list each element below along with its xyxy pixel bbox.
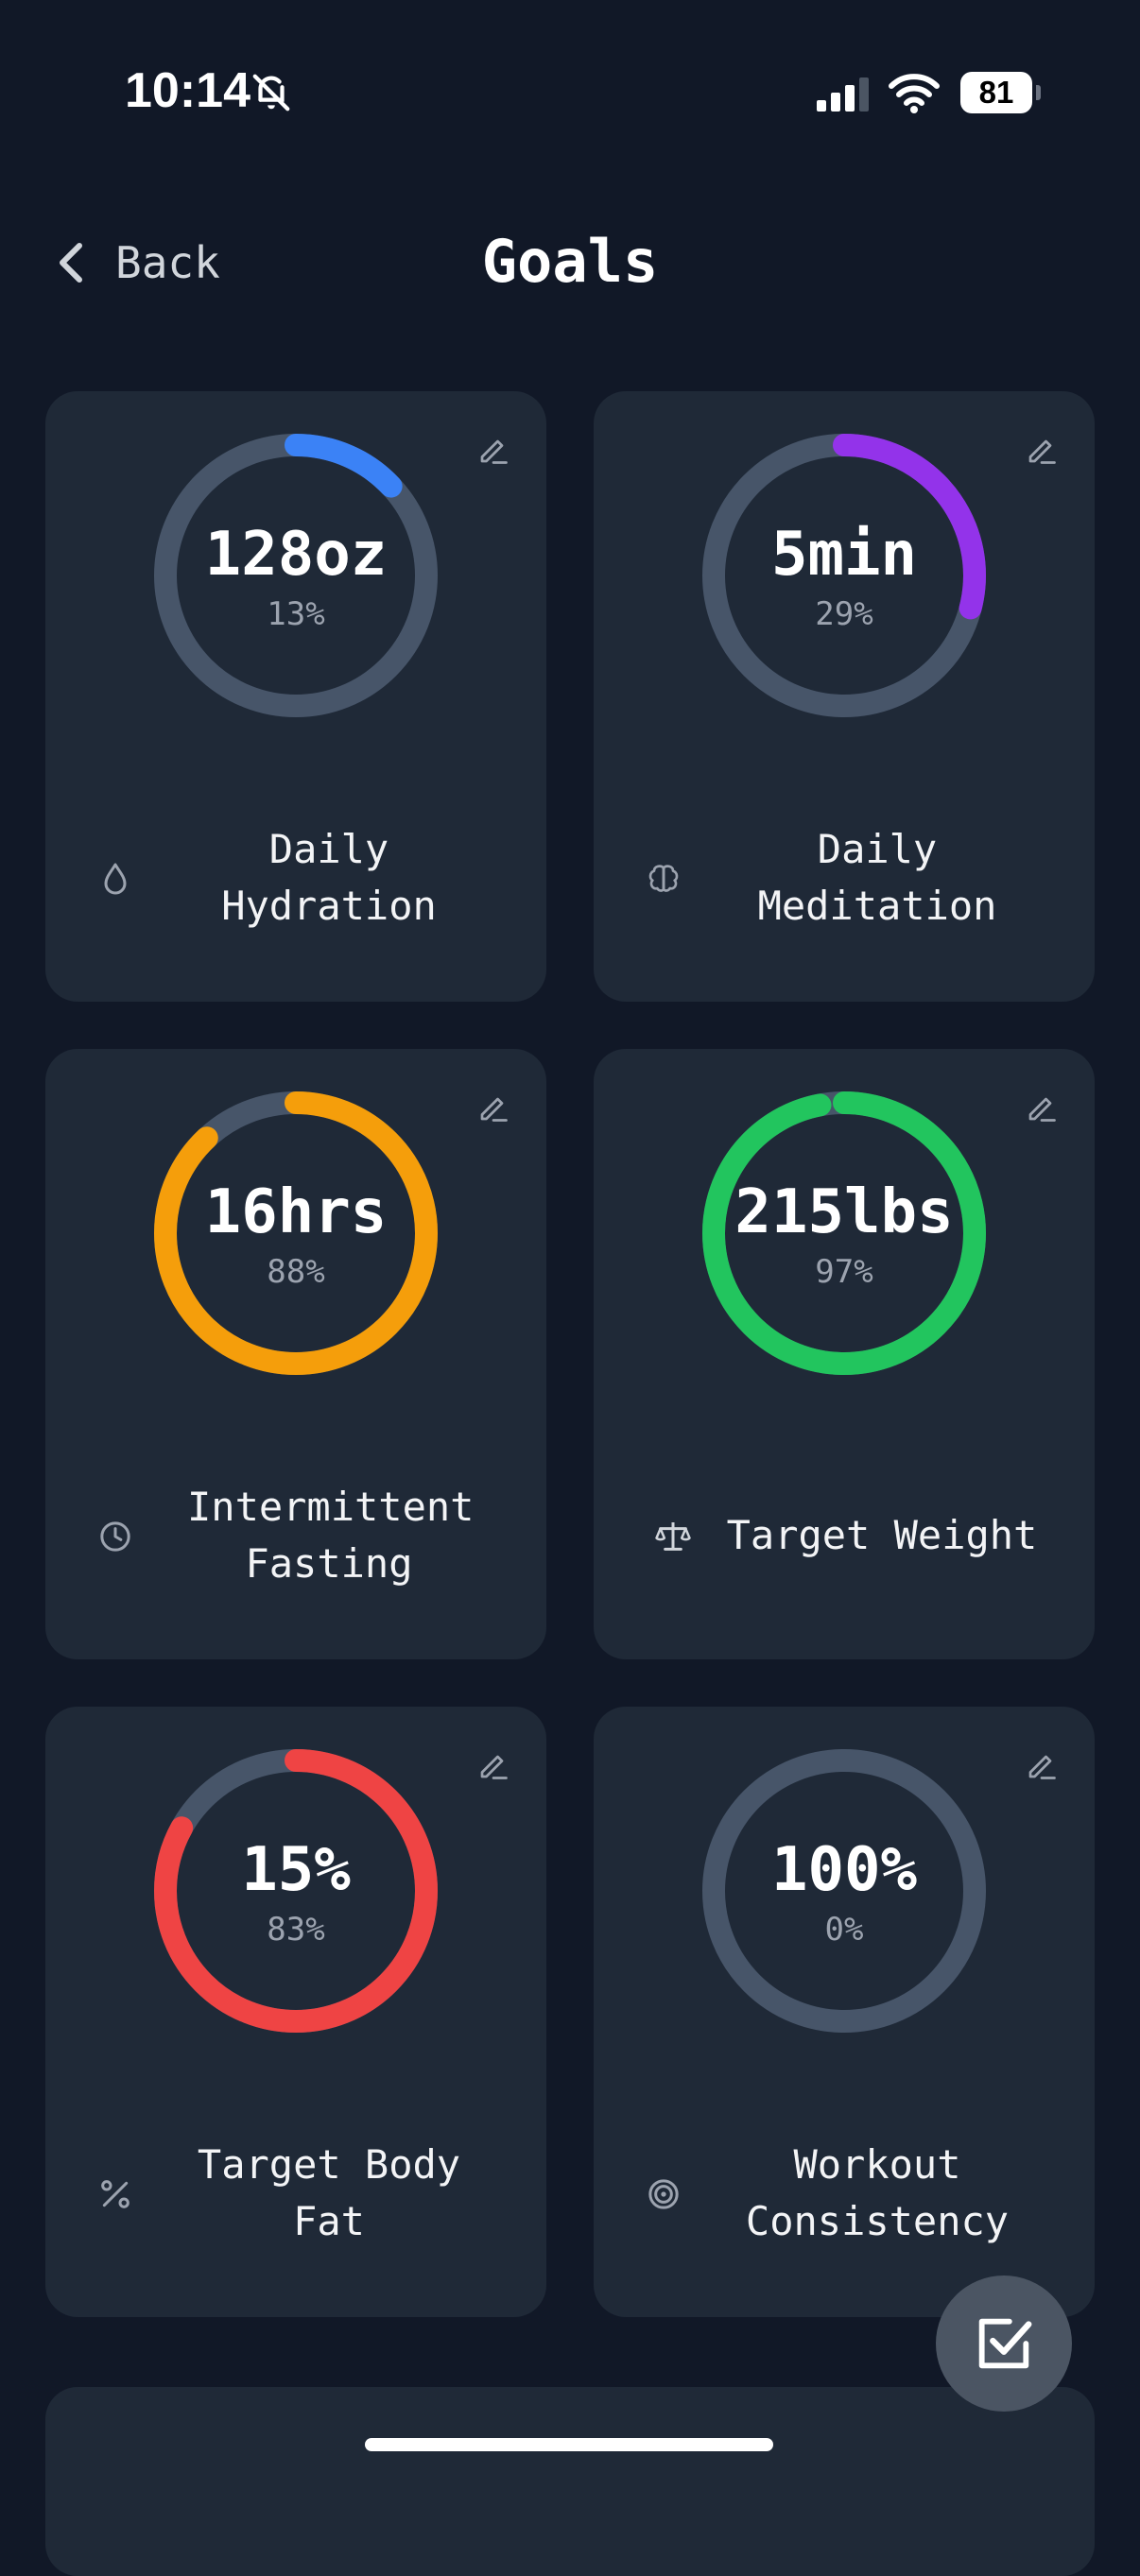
pencil-icon[interactable] <box>476 1748 510 1782</box>
goal-card-fasting[interactable]: 16hrs 88% Intermittent Fasting <box>45 1049 546 1659</box>
cellular-signal-icon <box>817 77 869 112</box>
pencil-icon[interactable] <box>1025 1748 1059 1782</box>
pencil-icon[interactable] <box>1025 1091 1059 1125</box>
clock-icon <box>100 1521 130 1552</box>
brain-icon <box>648 865 679 892</box>
goal-label: Workout Consistency <box>745 2141 1010 2244</box>
goal-percent: 0% <box>824 1911 864 1949</box>
goal-card-body-fat[interactable]: 15% 83% Target Body Fat <box>45 1707 546 2317</box>
water-drop-icon <box>104 863 127 895</box>
goal-value: 16hrs <box>204 1177 388 1247</box>
scale-icon <box>655 1522 691 1551</box>
goal-value: 128oz <box>204 520 388 590</box>
target-icon <box>648 2179 679 2209</box>
goal-footer: Target Body Fat <box>83 2122 518 2264</box>
bell-slash-icon <box>252 74 290 112</box>
goal-label: Intermittent Fasting <box>187 1484 475 1587</box>
wifi-icon <box>889 74 940 113</box>
goal-percent: 97% <box>815 1253 873 1291</box>
pencil-icon[interactable] <box>1025 433 1059 467</box>
status-bar: 10:14 81 <box>0 0 1140 180</box>
goal-footer: Intermittent Fasting <box>83 1465 518 1606</box>
battery-indicator: 81 <box>960 72 1041 113</box>
pencil-icon[interactable] <box>476 1091 510 1125</box>
goal-percent: 29% <box>815 595 873 633</box>
goal-label: Target Body Fat <box>197 2141 461 2244</box>
goal-percent: 83% <box>267 1911 325 1949</box>
pencil-icon[interactable] <box>476 433 510 467</box>
goal-value: 5min <box>770 520 918 590</box>
goal-footer: Target Weight <box>631 1465 1066 1606</box>
goal-value: 100% <box>770 1835 918 1905</box>
goal-card-hydration[interactable]: 128oz 13% Daily Hydration <box>45 391 546 1002</box>
goal-label: Daily Meditation <box>757 826 997 929</box>
goal-percent: 13% <box>267 595 325 633</box>
home-indicator <box>365 2438 773 2451</box>
navigation-bar: Back Goals <box>0 208 1140 312</box>
goal-card-workout[interactable]: 100% 0% Workout Consistency <box>594 1707 1095 2317</box>
goal-card-meditation[interactable]: 5min 29% Daily Meditation <box>594 391 1095 1002</box>
goal-footer: Daily Meditation <box>631 807 1066 949</box>
goal-label: Daily Hydration <box>221 826 437 929</box>
goal-card-weight[interactable]: 215lbs 97% Target Weight <box>594 1049 1095 1659</box>
goal-label: Target Weight <box>726 1512 1038 1558</box>
status-time: 10:14 <box>125 63 250 118</box>
battery-level: 81 <box>960 72 1032 113</box>
goal-footer: Daily Hydration <box>83 807 518 949</box>
checkbox-icon <box>978 2318 1032 2369</box>
checklist-fab-button[interactable] <box>936 2275 1072 2412</box>
page-title: Goals <box>481 227 659 296</box>
battery-cap <box>1036 85 1041 100</box>
overall-wellness-card[interactable] <box>45 2387 1095 2576</box>
goal-value: 15% <box>241 1835 351 1905</box>
goal-percent: 88% <box>267 1253 325 1291</box>
goal-value: 215lbs <box>734 1177 954 1247</box>
percent-icon <box>101 2180 130 2208</box>
goal-footer: Workout Consistency <box>631 2122 1066 2264</box>
